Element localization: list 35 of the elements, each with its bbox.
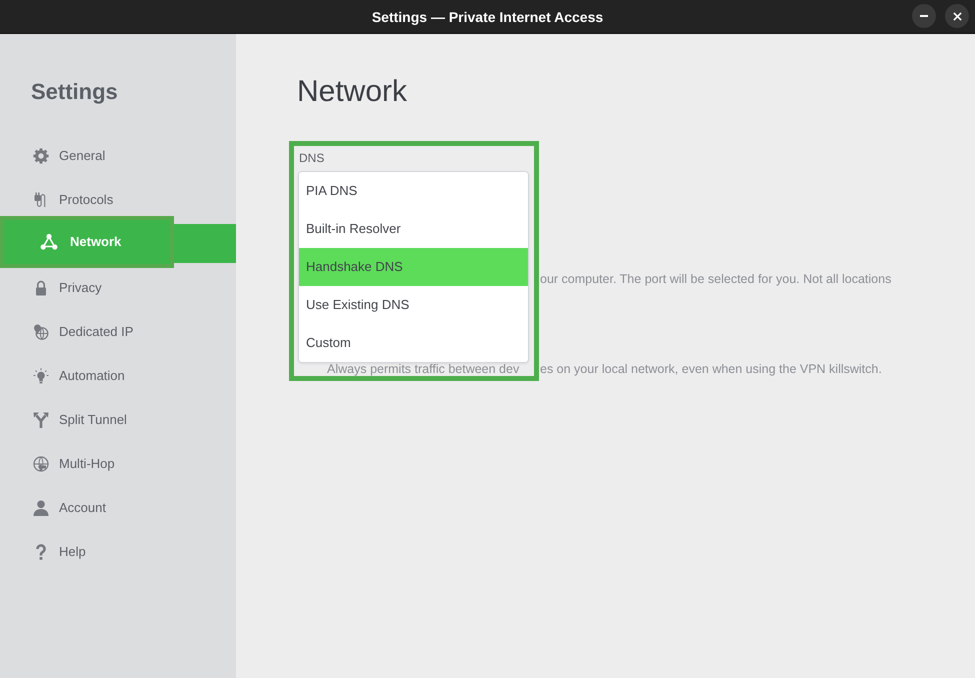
lightbulb-icon [33, 368, 49, 384]
network-nodes-icon [40, 233, 58, 251]
sidebar-item[interactable]: Protocols [33, 192, 114, 208]
page-title: Network [297, 74, 408, 110]
close-icon [952, 12, 962, 20]
dns-label: DNS [299, 151, 324, 165]
sidebar-item[interactable]: Privacy [33, 280, 102, 296]
description-text: our computer. The port will be selected for you. Not all locations [540, 272, 892, 287]
sidebar-item[interactable]: Dedicated IP [33, 324, 134, 340]
dropdown-option[interactable]: Built-in Resolver [299, 210, 528, 248]
window-title: Settings — Private Internet Access [372, 8, 604, 26]
globe-pin-icon [33, 324, 49, 340]
gear-icon [33, 148, 49, 164]
sidebar-item[interactable]: General [33, 148, 106, 164]
sidebar-item[interactable]: Account [33, 500, 106, 516]
sidebar-item[interactable]: Split Tunnel [33, 412, 127, 428]
description-text: es on your local network, even when using the VPN killswitch. [540, 363, 882, 376]
sidebar-title: Settings [31, 78, 118, 106]
globe-arrow-icon [33, 456, 49, 472]
description-text: Always permits traffic between dev [327, 362, 520, 376]
dropdown-option[interactable]: Handshake DNS [299, 248, 528, 286]
lock-icon [33, 280, 49, 296]
minimize-button[interactable] [912, 4, 936, 28]
sidebar-item[interactable]: Help [33, 544, 86, 560]
dropdown-option[interactable]: PIA DNS [299, 172, 528, 210]
dropdown-option[interactable]: Custom [299, 324, 528, 362]
sidebar-item[interactable]: Multi-Hop [33, 456, 115, 472]
split-arrows-icon [33, 412, 49, 428]
help-icon [33, 544, 49, 560]
sidebar-item[interactable]: Automation [33, 368, 125, 384]
sidebar-item[interactable]: Network [0, 216, 174, 268]
person-icon [33, 500, 49, 516]
minimize-icon [920, 15, 928, 17]
dropdown-option[interactable]: Use Existing DNS [299, 286, 528, 324]
close-button[interactable] [945, 4, 969, 28]
